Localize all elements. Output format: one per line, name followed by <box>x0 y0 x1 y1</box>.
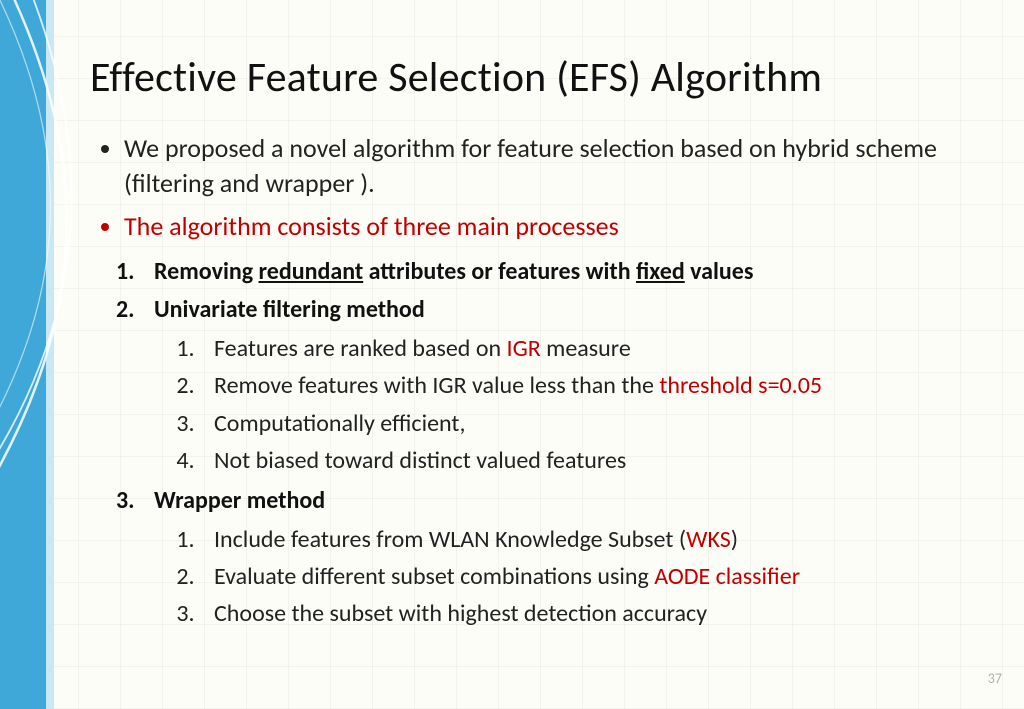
text: Univariate filtering method <box>154 295 425 324</box>
text: attributes or features with <box>363 257 636 286</box>
text-red: IGR <box>507 334 541 363</box>
process-3: Wrapper method Include features from WLA… <box>140 483 994 633</box>
slide-title: Effective Feature Selection (EFS) Algori… <box>90 52 994 103</box>
slide-content: Effective Feature Selection (EFS) Algori… <box>60 0 1024 709</box>
text: Wrapper method <box>154 486 325 515</box>
slide: Effective Feature Selection (EFS) Algori… <box>0 0 1024 709</box>
p2-item-4: Not biased toward distinct valued featur… <box>200 442 994 479</box>
bullet-2: The algorithm consists of three main pro… <box>124 209 994 244</box>
bullet-1: We proposed a novel algorithm for featur… <box>124 131 994 201</box>
text: Features are ranked based on <box>214 334 507 363</box>
p2-item-3: Computationally efficient, <box>200 405 994 442</box>
text-underline: redundant <box>259 257 364 286</box>
process-2-sub: Features are ranked based on IGR measure… <box>154 330 994 479</box>
p2-item-2: Remove features with IGR value less than… <box>200 367 994 404</box>
text: Evaluate different subset combinations u… <box>214 562 654 591</box>
process-2: Univariate filtering method Features are… <box>140 292 994 479</box>
top-bullets: We proposed a novel algorithm for featur… <box>90 131 994 244</box>
page-number: 37 <box>988 670 1002 687</box>
process-list: Removing redundant attributes or feature… <box>90 254 994 632</box>
process-1: Removing redundant attributes or feature… <box>140 254 994 290</box>
p3-item-2: Evaluate different subset combinations u… <box>200 558 994 595</box>
text-underline: fixed <box>636 257 685 286</box>
process-3-sub: Include features from WLAN Knowledge Sub… <box>154 521 994 633</box>
text: Removing <box>154 257 259 286</box>
text: Include features from WLAN Knowledge Sub… <box>214 525 686 554</box>
text-red: WKS <box>686 525 731 554</box>
text-red: threshold ѕ=0.05 <box>659 371 822 400</box>
text: values <box>685 257 754 286</box>
text: Remove features with IGR value less than… <box>214 371 659 400</box>
p3-item-3: Choose the subset with highest detection… <box>200 595 994 632</box>
text-red: AODE classifier <box>654 562 800 591</box>
text: ) <box>731 525 738 554</box>
p2-item-1: Features are ranked based on IGR measure <box>200 330 994 367</box>
p3-item-1: Include features from WLAN Knowledge Sub… <box>200 521 994 558</box>
text: measure <box>541 334 631 363</box>
